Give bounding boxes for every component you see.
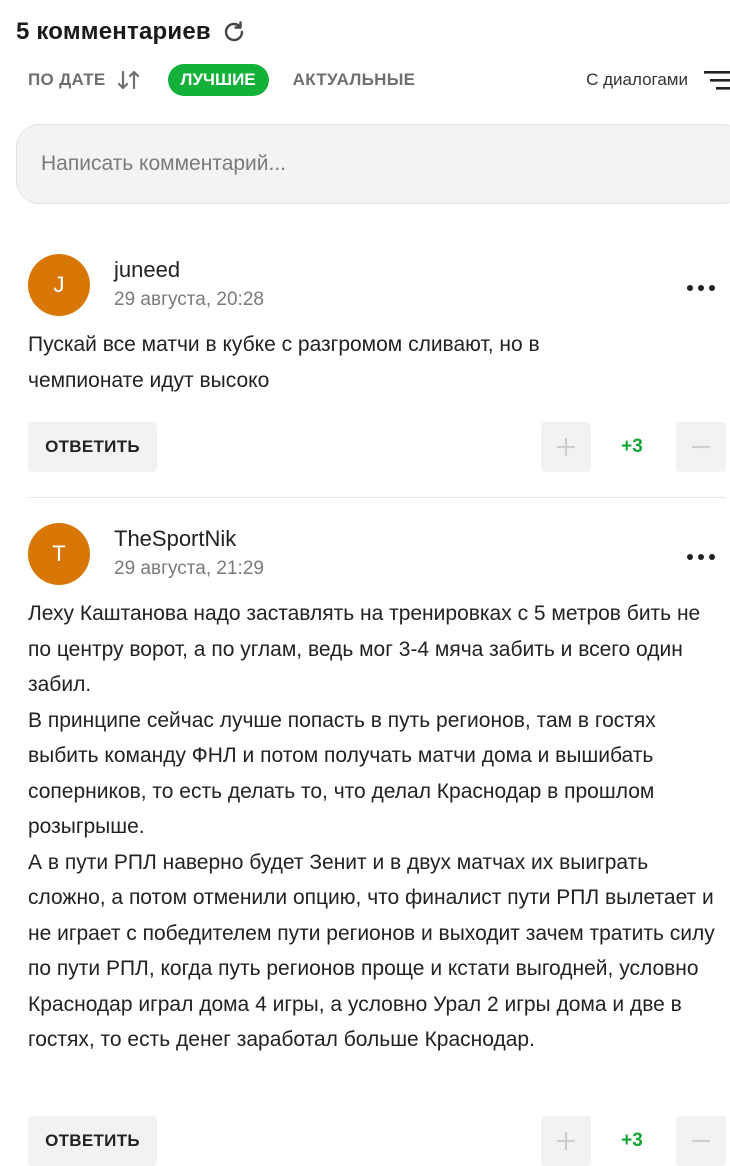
menu-icon[interactable]: [700, 70, 730, 92]
comment-input[interactable]: Написать комментарий...: [16, 124, 730, 204]
comment-text: Леху Каштанова надо заставлять на тренир…: [28, 602, 715, 1051]
plus-icon: [557, 438, 575, 456]
minus-icon: [692, 445, 710, 449]
filter-by-date[interactable]: ПО ДАТЕ: [28, 70, 106, 90]
comment-author[interactable]: juneed: [114, 257, 180, 283]
reply-button[interactable]: ОТВЕТИТЬ: [28, 1116, 157, 1166]
comment-date: 29 августа, 20:28: [114, 289, 264, 310]
downvote-button[interactable]: [676, 1116, 726, 1166]
comment-author[interactable]: TheSportNik: [114, 526, 236, 552]
avatar[interactable]: J: [28, 254, 90, 316]
avatar[interactable]: T: [28, 523, 90, 585]
comment-date: 29 августа, 21:29: [114, 558, 264, 579]
refresh-icon[interactable]: [221, 19, 247, 45]
filter-best-pill[interactable]: ЛУЧШИЕ: [167, 64, 269, 96]
with-dialogs-toggle[interactable]: С диалогами: [586, 70, 688, 90]
sort-icon[interactable]: [116, 69, 142, 91]
comment-text: Пускай все матчи в кубке с разгромом сли…: [28, 333, 540, 392]
plus-icon: [557, 1132, 575, 1150]
comments-header: 5 комментариев: [16, 14, 247, 50]
comment-score: +3: [621, 1130, 643, 1151]
comment-score: +3: [621, 436, 643, 457]
downvote-button[interactable]: [676, 422, 726, 472]
comments-count-title: 5 комментариев: [16, 18, 211, 45]
comment-input-placeholder: Написать комментарий...: [41, 152, 287, 175]
upvote-button[interactable]: [541, 1116, 591, 1166]
comment-divider: [28, 497, 726, 498]
minus-icon: [692, 1139, 710, 1143]
more-options-icon[interactable]: [686, 549, 716, 560]
reply-button[interactable]: ОТВЕТИТЬ: [28, 422, 157, 472]
upvote-button[interactable]: [541, 422, 591, 472]
more-options-icon[interactable]: [686, 280, 716, 291]
filter-actual[interactable]: АКТУАЛЬНЫЕ: [293, 70, 416, 90]
